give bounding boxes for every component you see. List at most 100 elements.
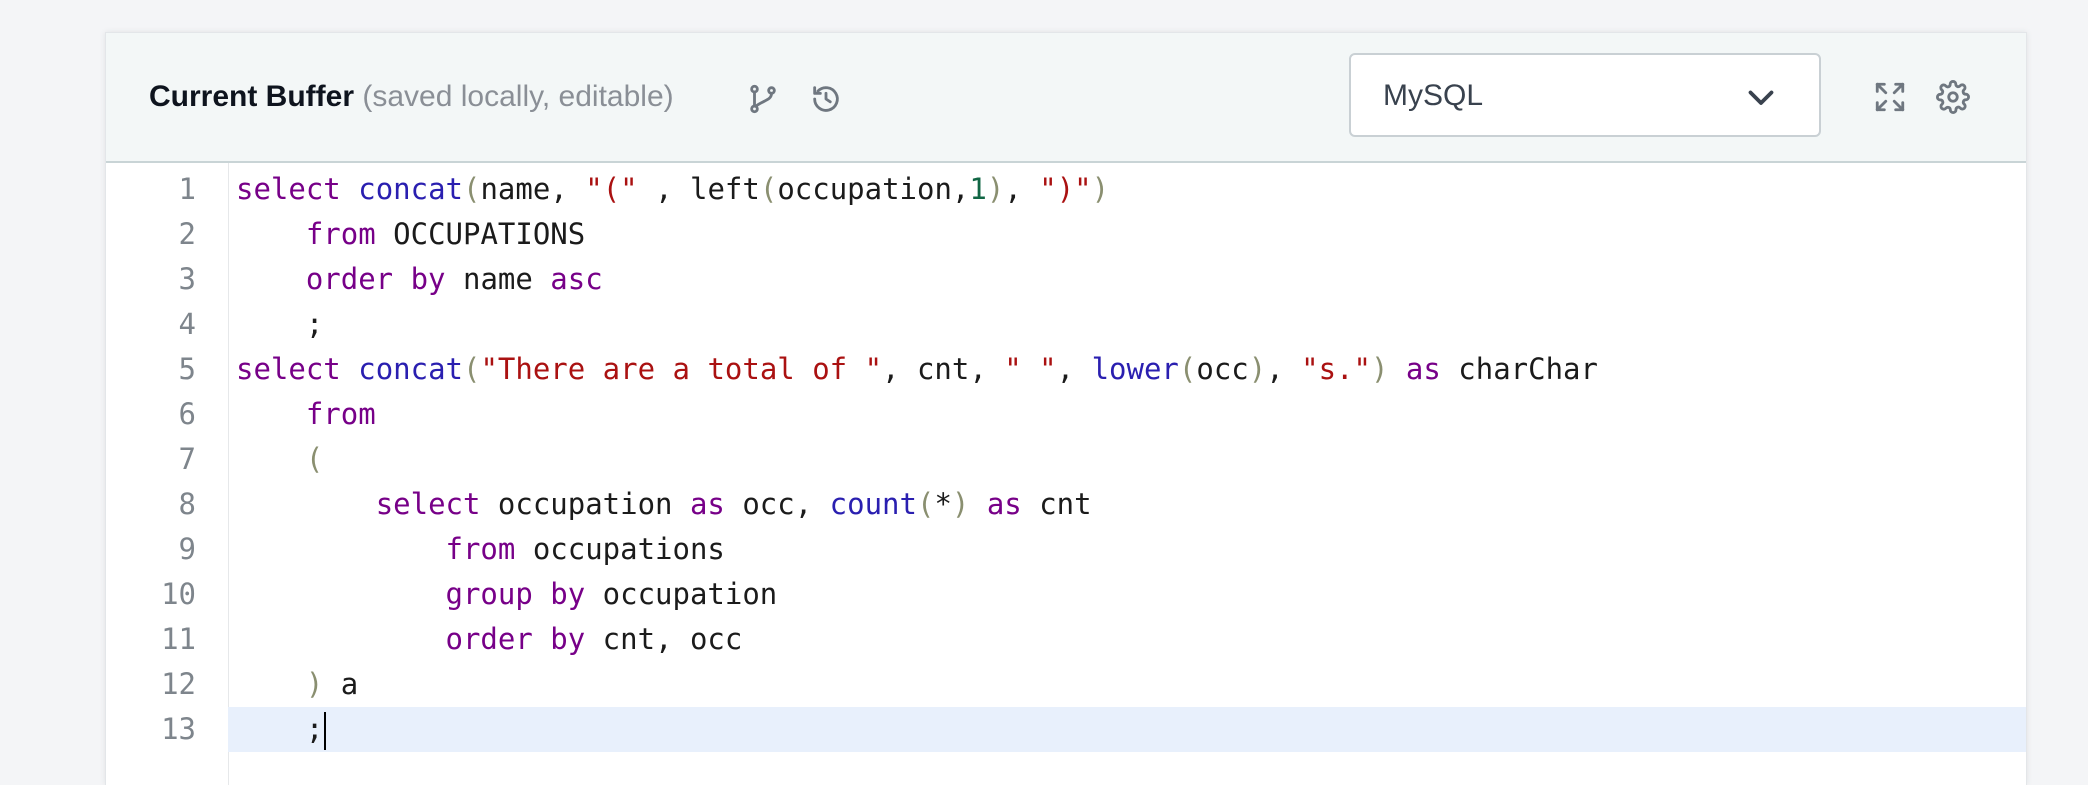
language-select-value: MySQL xyxy=(1383,79,1484,112)
code-token: ) xyxy=(951,487,970,521)
code-line[interactable]: 2 from OCCUPATIONS xyxy=(106,212,2026,257)
code-token: occupation xyxy=(480,487,690,521)
code-token: ) xyxy=(986,172,1005,206)
code-line-text: ( xyxy=(228,437,2026,482)
code-line[interactable]: 7 ( xyxy=(106,437,2026,482)
code-line-text: ) a xyxy=(228,662,2026,707)
code-token: , xyxy=(1004,172,1040,206)
code-line[interactable]: 1 select concat(name, "(" , left(occupati… xyxy=(106,167,2026,212)
code-token: ) xyxy=(1091,172,1110,206)
code-token: ( xyxy=(759,172,778,206)
code-token: select xyxy=(236,172,341,206)
language-select[interactable]: MySQL xyxy=(1349,53,1821,137)
code-token: ) xyxy=(1248,352,1267,386)
code-token: as xyxy=(1405,352,1441,386)
line-number: 12 xyxy=(161,667,196,701)
code-line[interactable]: 6 from xyxy=(106,392,2026,437)
code-token: as xyxy=(986,487,1022,521)
code-token: ( xyxy=(916,487,935,521)
code-line-text: select concat("There are a total of ", c… xyxy=(228,347,2026,392)
code-token: ( xyxy=(463,172,481,206)
editor-header: Current Buffer (saved locally, editable)… xyxy=(106,33,2026,163)
fullscreen-icon[interactable] xyxy=(1870,77,1910,117)
gear-icon[interactable] xyxy=(1933,77,1973,117)
code-line[interactable]: 5 select concat("There are a total of ", … xyxy=(106,347,2026,392)
code-token: from xyxy=(445,532,516,566)
code-token: , xyxy=(1266,352,1302,386)
code-token: "There are a total of " xyxy=(480,352,883,386)
code-token: select xyxy=(375,487,481,521)
code-token: "(" xyxy=(585,172,638,206)
code-token: cnt xyxy=(1021,487,1092,521)
code-token: " " xyxy=(1004,352,1057,386)
buffer-title: Current Buffer (saved locally, editable) xyxy=(149,77,674,117)
code-line-text: from occupations xyxy=(228,527,2026,572)
code-token: charChar xyxy=(1440,352,1598,386)
code-token: , xyxy=(1056,352,1092,386)
code-line[interactable]: 13 ; xyxy=(106,707,2026,752)
code-token: order by xyxy=(445,622,586,656)
code-line[interactable]: 4 ; xyxy=(106,302,2026,347)
code-token: group by xyxy=(445,577,586,611)
code-token: ) xyxy=(1370,352,1389,386)
code-token: asc xyxy=(550,262,603,296)
code-token: concat xyxy=(358,172,463,206)
code-token: concat xyxy=(358,352,463,386)
git-branch-icon[interactable] xyxy=(743,79,783,119)
code-token: ; xyxy=(236,712,324,746)
code-token: OCCUPATIONS xyxy=(375,217,586,251)
code-line[interactable]: 8 select occupation as occ, count(*) as … xyxy=(106,482,2026,527)
line-number: 13 xyxy=(161,712,196,746)
code-token: cnt, occ xyxy=(585,622,743,656)
buffer-title-main: Current Buffer xyxy=(149,80,355,113)
code-line[interactable]: 11 order by cnt, occ xyxy=(106,617,2026,662)
code-line-text: from xyxy=(228,392,2026,437)
code-line[interactable]: 9 from occupations xyxy=(106,527,2026,572)
code-token: from xyxy=(305,397,376,431)
code-token: occ, xyxy=(724,487,830,521)
code-token: name, xyxy=(480,172,586,206)
code-token: , cnt, xyxy=(882,352,1005,386)
line-number: 9 xyxy=(178,532,196,566)
code-editor[interactable]: 1 select concat(name, "(" , left(occupati… xyxy=(106,163,2026,785)
code-token: ( xyxy=(1178,352,1197,386)
code-token: ( xyxy=(463,352,481,386)
code-token: occupation xyxy=(585,577,778,611)
line-number: 1 xyxy=(178,172,196,206)
code-token: 1 xyxy=(969,172,987,206)
code-token: as xyxy=(689,487,725,521)
code-token: order by xyxy=(305,262,446,296)
code-token: occ xyxy=(1196,352,1249,386)
history-icon[interactable] xyxy=(806,79,846,119)
code-token: a xyxy=(323,667,359,701)
code-line[interactable]: 12 ) a xyxy=(106,662,2026,707)
line-number: 4 xyxy=(178,307,196,341)
code-token: ")" xyxy=(1039,172,1092,206)
code-token: ) xyxy=(305,667,324,701)
code-token: name xyxy=(445,262,551,296)
code-token: count xyxy=(829,487,917,521)
line-number: 3 xyxy=(178,262,196,296)
code-line-text: order by cnt, occ xyxy=(228,617,2026,662)
chevron-down-icon xyxy=(1743,79,1779,115)
code-line[interactable]: 3 order by name asc xyxy=(106,257,2026,302)
code-token: from xyxy=(305,217,376,251)
buffer-title-subtitle: (saved locally, editable) xyxy=(362,80,674,113)
line-number: 2 xyxy=(178,217,196,251)
code-line-text: ; xyxy=(228,302,2026,347)
text-cursor xyxy=(324,712,327,750)
code-line[interactable]: 10 group by occupation xyxy=(106,572,2026,617)
line-number: 10 xyxy=(161,577,196,611)
code-token: select xyxy=(236,352,341,386)
